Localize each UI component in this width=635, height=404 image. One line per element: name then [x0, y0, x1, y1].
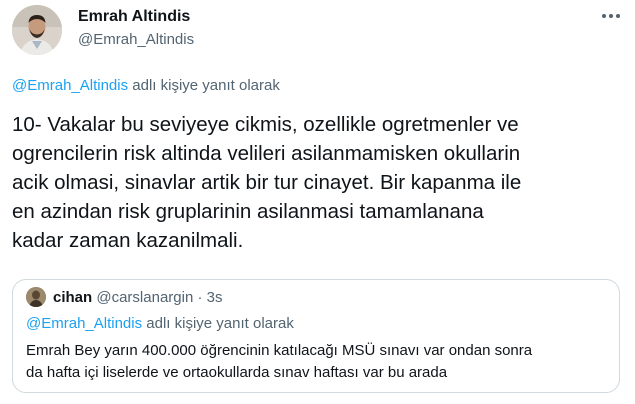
reply-suffix: adlı kişiye yanıt olarak — [128, 77, 280, 94]
tweet-body: 10- Vakalar bu seviyeye cikmis, ozellikl… — [12, 113, 522, 252]
quoted-avatar-photo-icon — [26, 287, 46, 307]
quoted-reply-to-link[interactable]: @Emrah_Altindis — [26, 315, 142, 332]
avatar-photo-icon — [12, 5, 62, 55]
quoted-header: cihan @carslanargin · 3s — [53, 289, 222, 306]
reply-to-link[interactable]: @Emrah_Altindis — [12, 77, 128, 94]
more-dot — [609, 14, 613, 18]
quoted-reply-context: @Emrah_Altindis adlı kişiye yanıt olarak — [26, 315, 294, 332]
quoted-tweet-body: Emrah Bey yarın 400.000 öğrencinin katıl… — [26, 342, 533, 381]
author-handle[interactable]: @Emrah_Altindis — [78, 31, 194, 48]
more-dot — [602, 14, 606, 18]
reply-context: @Emrah_Altindis adlı kişiye yanıt olarak — [12, 77, 280, 94]
meta-separator: · — [193, 289, 207, 306]
more-dot — [616, 14, 620, 18]
quoted-author-name[interactable]: cihan — [53, 289, 92, 306]
quoted-timestamp[interactable]: 3s — [207, 289, 223, 306]
quoted-reply-suffix: adlı kişiye yanıt olarak — [142, 315, 294, 332]
author-avatar[interactable] — [12, 5, 62, 55]
more-options-icon[interactable] — [598, 8, 624, 24]
quoted-author-avatar[interactable] — [26, 287, 46, 307]
author-name[interactable]: Emrah Altindis — [78, 8, 190, 26]
quoted-author-handle[interactable]: @carslanargin — [96, 289, 193, 306]
quoted-tweet-card[interactable]: cihan @carslanargin · 3s @Emrah_Altindis… — [12, 279, 620, 393]
